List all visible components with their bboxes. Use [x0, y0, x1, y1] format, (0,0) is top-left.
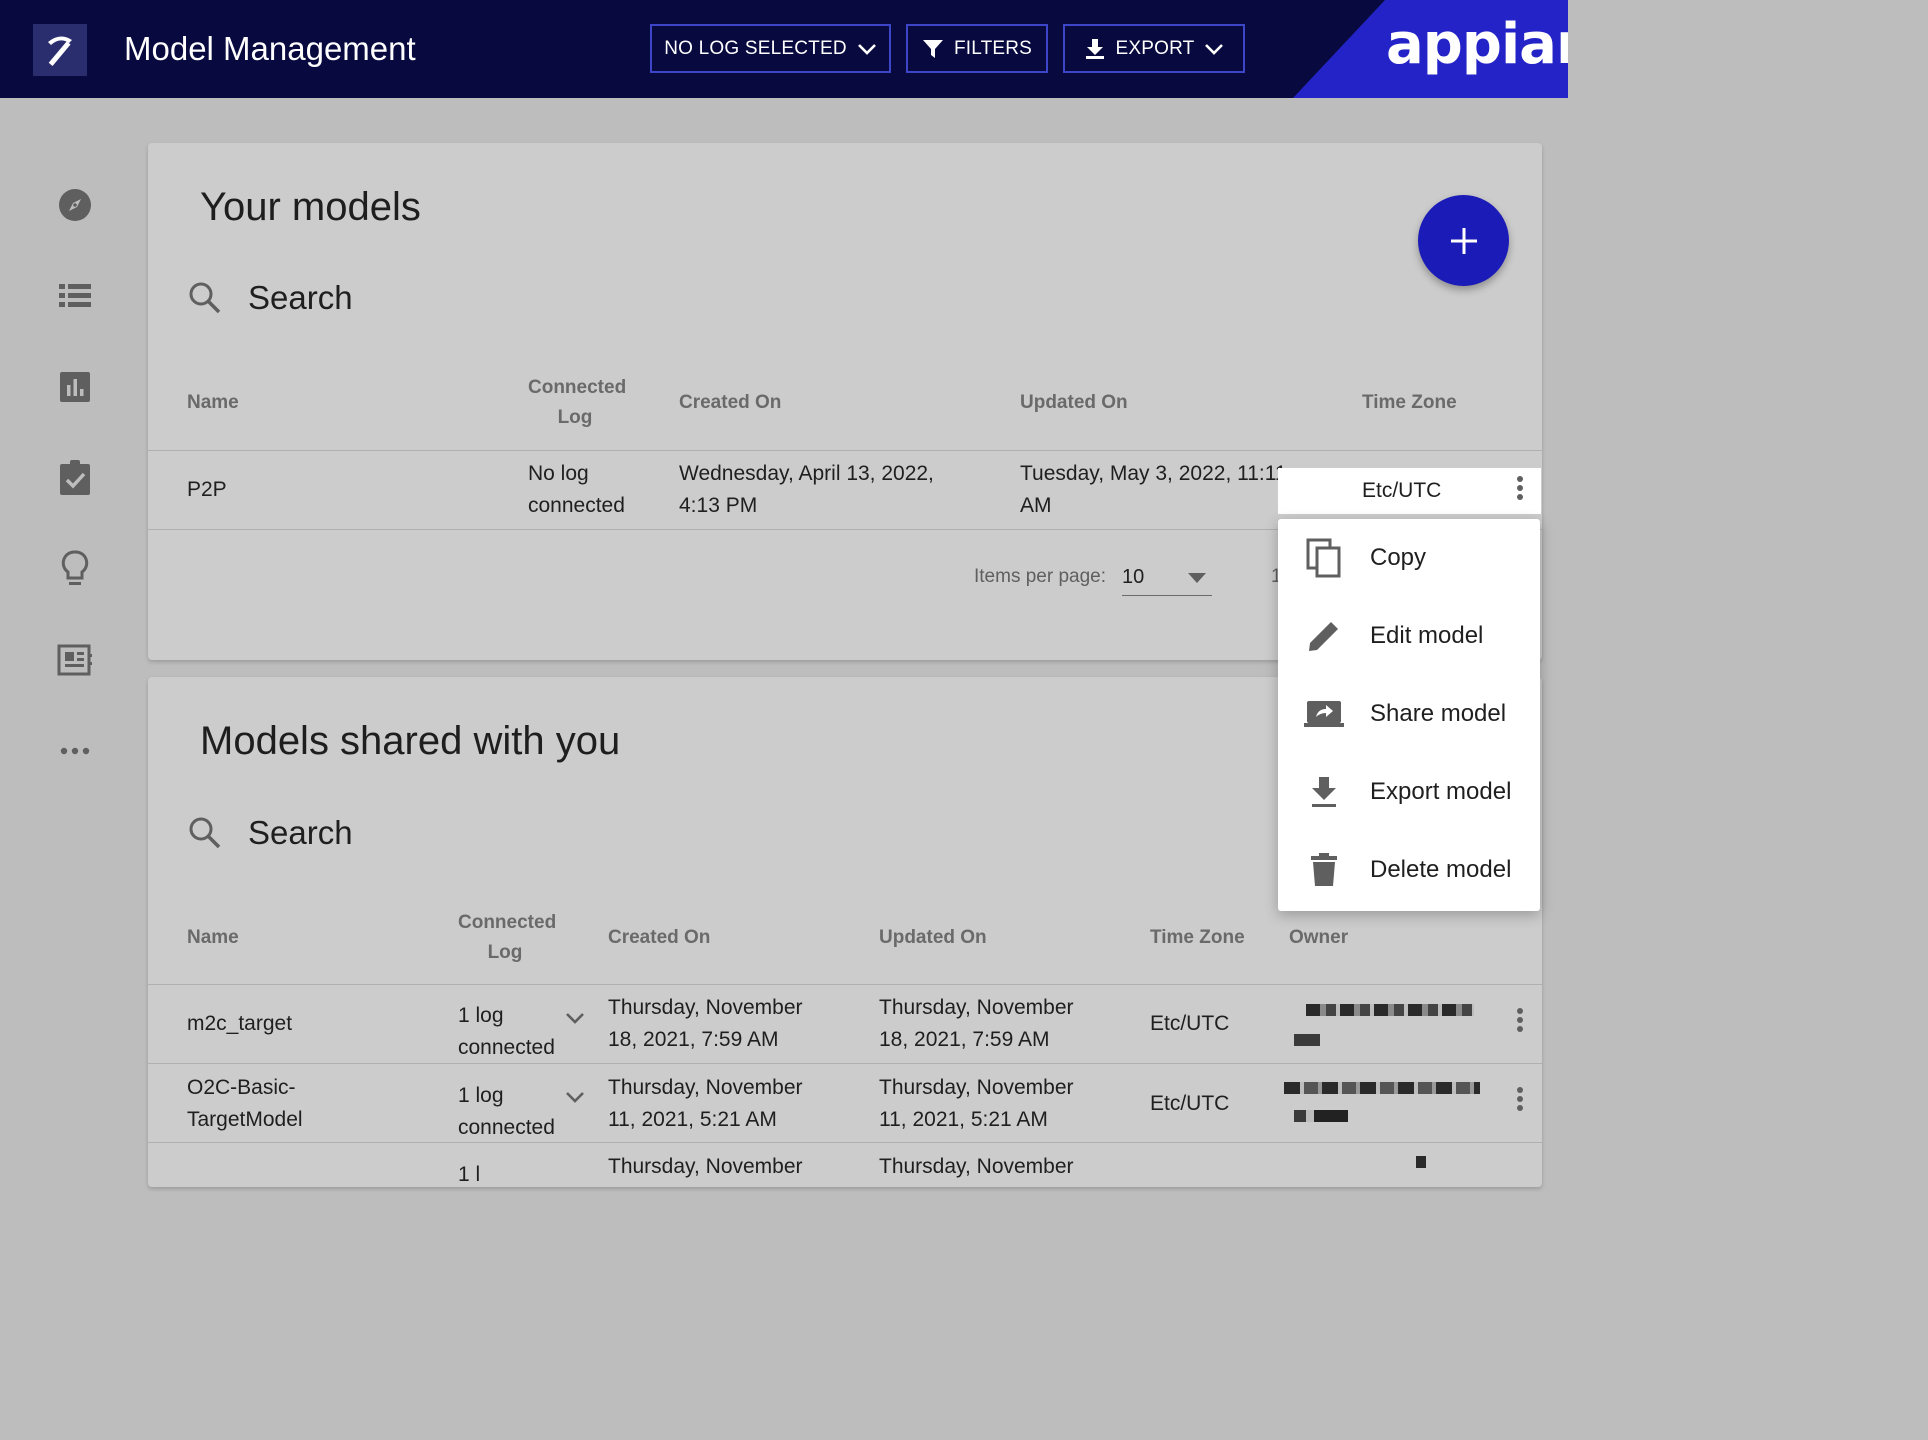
items-per-page-select[interactable]: 10: [1122, 559, 1212, 596]
divider: [148, 1063, 1542, 1064]
compass-icon[interactable]: [55, 185, 95, 225]
log-select-dropdown[interactable]: NO LOG SELECTED: [650, 24, 891, 73]
search-label: Search: [248, 279, 353, 316]
cell-updated-on: Thursday, November: [879, 1155, 1074, 1178]
your-models-search[interactable]: Search: [188, 279, 353, 317]
filters-label: FILTERS: [953, 37, 1033, 59]
cell-name: m2c_target: [187, 1012, 293, 1035]
col-header-time-zone[interactable]: Time Zone: [1150, 923, 1245, 953]
items-per-page-label: Items per page:: [974, 566, 1107, 587]
menu-item-delete-model[interactable]: Delete model: [1278, 831, 1540, 909]
items-per-page-value: 10: [1122, 566, 1145, 588]
log-select-label: NO LOG SELECTED: [664, 37, 847, 59]
cell-time-zone: Etc/UTC: [1150, 1012, 1230, 1035]
app-title: Model Management: [124, 30, 416, 67]
filter-icon: [922, 39, 943, 58]
trash-icon: [1304, 850, 1344, 890]
divider: [148, 450, 1542, 451]
cell-time-zone: Etc/UTC: [1150, 1092, 1230, 1115]
col-header-connected-log[interactable]: Connected Log: [528, 373, 626, 433]
menu-item-label: Export model: [1370, 778, 1512, 805]
lightbulb-icon[interactable]: [55, 549, 95, 589]
cell-updated-on: Thursday, November 18, 2021, 7:59 AM: [879, 996, 1074, 1051]
pickaxe-icon: [48, 36, 72, 67]
plus-icon: [1450, 227, 1477, 254]
cell-created-on: Thursday, November: [608, 1155, 803, 1178]
task-check-icon[interactable]: [55, 458, 95, 498]
search-label: Search: [248, 814, 353, 851]
add-model-button[interactable]: [1418, 195, 1509, 286]
menu-item-copy[interactable]: Copy: [1278, 519, 1540, 597]
col-header-created-on[interactable]: Created On: [608, 923, 710, 953]
selected-row-highlight: Etc/UTC: [1278, 468, 1541, 514]
col-header-updated-on[interactable]: Updated On: [1020, 388, 1128, 418]
bar-chart-icon[interactable]: [55, 367, 95, 407]
menu-item-label: Delete model: [1370, 856, 1512, 883]
cell-name: P2P: [187, 478, 227, 501]
shared-models-title: Models shared with you: [200, 719, 621, 763]
col-header-created-on[interactable]: Created On: [679, 388, 781, 418]
row-menu-button[interactable]: [1508, 1005, 1532, 1035]
app-logo[interactable]: [33, 24, 87, 76]
cell-created-on: Wednesday, April 13, 2022, 4:13 PM: [679, 462, 934, 517]
cell-connected-log: 1 l: [458, 1163, 481, 1186]
cell-connected-log: 1 log connected: [458, 1084, 555, 1139]
row-menu-button[interactable]: [1508, 473, 1532, 503]
chevron-down-icon: [857, 43, 876, 55]
cell-created-on: Thursday, November 11, 2021, 5:21 AM: [608, 1076, 803, 1131]
copy-icon: [1304, 538, 1344, 578]
col-header-name[interactable]: Name: [187, 923, 239, 953]
filters-button[interactable]: FILTERS: [906, 24, 1048, 73]
cell-time-zone: Etc/UTC: [1362, 479, 1442, 502]
share-icon: [1304, 694, 1344, 734]
caret-down-icon: [1188, 573, 1206, 583]
row-menu-button[interactable]: [1508, 1084, 1532, 1114]
download-icon: [1085, 38, 1104, 59]
search-icon: [189, 282, 221, 314]
cell-connected-log: 1 log connected: [458, 1004, 555, 1059]
chevron-down-icon: [1205, 43, 1224, 55]
chevron-down-icon[interactable]: [564, 1090, 586, 1104]
divider: [148, 984, 1542, 985]
pencil-icon: [1304, 616, 1344, 656]
export-label: EXPORT: [1115, 37, 1195, 59]
search-icon: [189, 817, 221, 849]
dashboard-icon[interactable]: [55, 640, 95, 680]
export-dropdown[interactable]: EXPORT: [1063, 24, 1245, 73]
cell-updated-on: Tuesday, May 3, 2022, 11:11 AM: [1020, 462, 1287, 517]
col-header-name[interactable]: Name: [187, 388, 239, 418]
download-icon: [1304, 772, 1344, 812]
cell-name: O2C-Basic- TargetModel: [187, 1076, 303, 1131]
chevron-down-icon[interactable]: [564, 1011, 586, 1025]
menu-item-label: Share model: [1370, 700, 1507, 727]
col-header-connected-log[interactable]: Connected Log: [458, 908, 556, 968]
menu-item-export-model[interactable]: Export model: [1278, 753, 1540, 831]
menu-item-label: Edit model: [1370, 622, 1484, 649]
cell-updated-on: Thursday, November 11, 2021, 5:21 AM: [879, 1076, 1074, 1131]
cell-connected-log: No log connected: [528, 462, 625, 517]
menu-item-share-model[interactable]: Share model: [1278, 675, 1540, 753]
more-icon[interactable]: [55, 731, 95, 771]
cell-created-on: Thursday, November 18, 2021, 7:59 AM: [608, 996, 803, 1051]
your-models-title: Your models: [200, 185, 421, 229]
menu-item-edit-model[interactable]: Edit model: [1278, 597, 1540, 675]
col-header-owner[interactable]: Owner: [1289, 923, 1348, 953]
brand-logo: appian: [1386, 12, 1568, 77]
top-bar: Model Management NO LOG SELECTED FILTERS…: [0, 0, 1568, 98]
list-icon[interactable]: [55, 276, 95, 316]
owner-redacted: [1416, 1156, 1426, 1168]
col-header-updated-on[interactable]: Updated On: [879, 923, 987, 953]
col-header-time-zone[interactable]: Time Zone: [1362, 388, 1457, 418]
menu-item-label: Copy: [1370, 544, 1427, 571]
divider: [148, 1142, 1542, 1143]
shared-models-search[interactable]: Search: [188, 814, 353, 852]
model-context-menu: Copy Edit model Share model Export model…: [1278, 519, 1540, 911]
